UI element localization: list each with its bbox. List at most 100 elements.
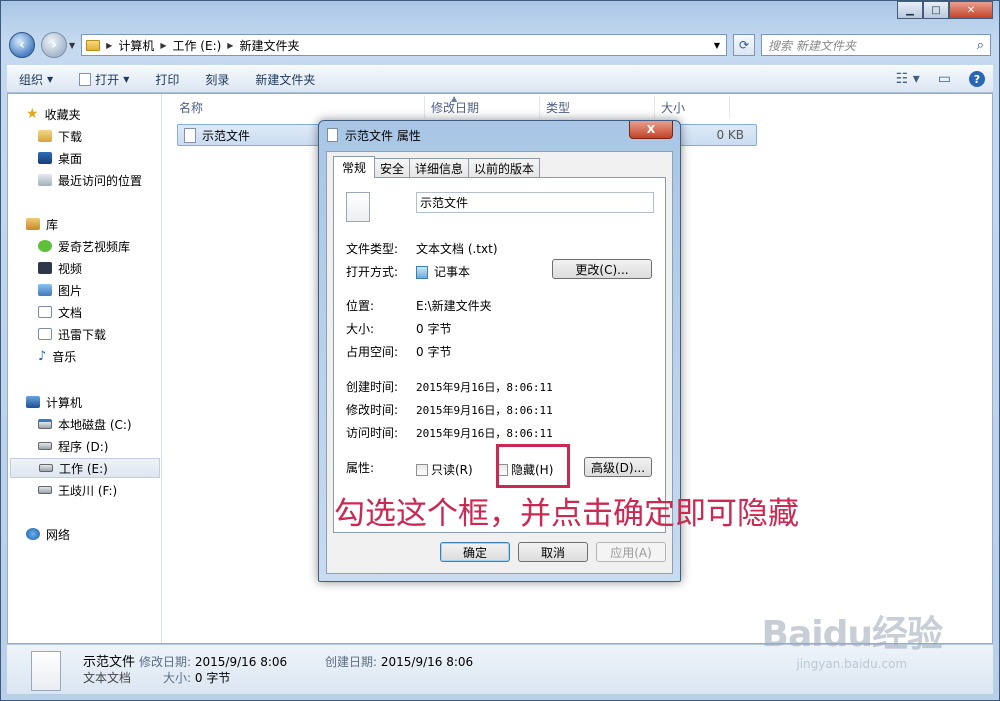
column-header-modified[interactable]: 修改日期 — [425, 96, 540, 118]
size-value: 0 字节 — [416, 322, 452, 336]
address-bar[interactable]: ▶ 计算机 ▶ 工作 (E:) ▶ 新建文件夹 ▼ — [81, 34, 727, 56]
readonly-checkbox[interactable]: 只读(R) — [416, 461, 473, 478]
open-label: 打开 — [95, 72, 120, 87]
nav-drive-c[interactable]: 本地磁盘 (C:) — [38, 414, 132, 434]
address-dropdown-icon[interactable]: ▼ — [714, 41, 720, 50]
ok-button[interactable]: 确定 — [440, 542, 510, 562]
nav-label: 库 — [46, 217, 59, 232]
recent-pages-dropdown[interactable]: ▼ — [69, 41, 75, 50]
nav-favorites[interactable]: ★ 收藏夹 — [26, 104, 81, 124]
tab-general[interactable]: 常规 — [333, 156, 376, 178]
nav-iqiyi[interactable]: 爱奇艺视频库 — [38, 236, 130, 256]
search-input[interactable]: 搜索 新建文件夹 ⌕ — [761, 34, 991, 56]
drive-icon — [39, 464, 53, 472]
minimize-button[interactable]: ▁ — [897, 1, 923, 19]
column-header-size[interactable]: 大小 — [655, 96, 730, 118]
advanced-button[interactable]: 高级(D)... — [584, 457, 652, 477]
nav-downloads[interactable]: 下载 — [38, 126, 82, 146]
nav-music[interactable]: ♪ 音乐 — [38, 346, 76, 366]
new-folder-button[interactable]: 新建文件夹 — [255, 71, 315, 88]
chevron-down-icon: ▼ — [47, 74, 54, 84]
search-icon[interactable]: ⌕ — [977, 38, 984, 53]
filename-field[interactable]: 示范文件 — [416, 192, 654, 213]
nav-label: 爱奇艺视频库 — [58, 239, 131, 254]
column-header-name[interactable]: 名称 — [173, 96, 425, 118]
breadcrumb-folder[interactable]: 新建文件夹 — [239, 37, 299, 54]
accessed-label: 访问时间: — [346, 426, 399, 440]
close-button[interactable]: ✕ — [949, 1, 993, 19]
nav-label: 文档 — [58, 305, 83, 320]
nav-recent[interactable]: 最近访问的位置 — [38, 170, 142, 190]
folder-icon — [86, 39, 101, 51]
text-file-icon — [327, 128, 338, 142]
print-label: 打印 — [155, 72, 180, 87]
created-value: 2015年9月16日，8:06:11 — [416, 381, 553, 394]
details-created-value: 2015/9/16 8:06 — [380, 655, 474, 669]
nav-documents[interactable]: 文档 — [38, 302, 82, 322]
column-header-type[interactable]: 类型 — [540, 96, 655, 118]
nav-drive-f[interactable]: 王歧川 (F:) — [38, 480, 117, 500]
disksize-value: 0 字节 — [416, 345, 452, 359]
text-file-icon — [31, 651, 61, 691]
breadcrumb-drive[interactable]: 工作 (E:) — [172, 37, 221, 54]
view-options-icon[interactable]: ☷ ▾ — [896, 71, 920, 87]
nav-label: 程序 (D:) — [58, 439, 109, 454]
apply-button[interactable]: 应用(A) — [596, 542, 666, 562]
nav-desktop[interactable]: 桌面 — [38, 148, 82, 168]
back-button[interactable]: ‹ — [9, 32, 35, 58]
nav-computer[interactable]: 计算机 — [26, 392, 82, 412]
document-icon — [38, 328, 52, 340]
dialog-close-button[interactable]: X — [629, 121, 673, 139]
nav-drive-e[interactable]: 工作 (E:) — [10, 458, 160, 478]
nav-pictures[interactable]: 图片 — [38, 280, 82, 300]
tab-previous-versions[interactable]: 以前的版本 — [468, 158, 541, 178]
nav-label: 本地磁盘 (C:) — [58, 417, 132, 432]
breadcrumb-separator[interactable]: ▶ — [106, 41, 112, 50]
nav-label: 桌面 — [58, 151, 83, 166]
picture-icon — [38, 284, 52, 296]
modified-label: 修改时间: — [346, 403, 399, 417]
breadcrumb-separator[interactable]: ▶ — [160, 41, 166, 50]
nav-label: 图片 — [58, 283, 83, 298]
preview-pane-icon[interactable]: ▭ — [938, 71, 951, 87]
watermark-logo: Baidu经验 — [761, 614, 943, 655]
nav-network[interactable]: 网络 — [26, 524, 70, 544]
refresh-button[interactable]: ⟳ — [733, 34, 755, 56]
text-file-icon — [184, 127, 196, 143]
nav-label: 收藏夹 — [44, 107, 81, 122]
openwith-label: 打开方式: — [346, 265, 399, 279]
maximize-button[interactable]: □ — [923, 1, 949, 19]
forward-button[interactable]: › — [41, 32, 67, 58]
nav-drive-d[interactable]: 程序 (D:) — [38, 436, 108, 456]
location-label: 位置: — [346, 299, 375, 313]
print-button[interactable]: 打印 — [155, 71, 179, 88]
text-file-icon — [346, 192, 370, 222]
nav-libraries[interactable]: 库 — [26, 214, 58, 234]
baidu-watermark: Baidu经验 jingyan.baidu.com — [761, 605, 943, 671]
nav-videos[interactable]: 视频 — [38, 258, 82, 278]
tab-security[interactable]: 安全 — [374, 158, 411, 178]
library-icon — [26, 218, 40, 230]
openwith-value: 记事本 — [416, 263, 470, 280]
navigation-row: ‹ › ▼ ▶ 计算机 ▶ 工作 (E:) ▶ 新建文件夹 ▼ ⟳ 搜索 新建文… — [9, 31, 991, 59]
nav-thunder[interactable]: 迅雷下载 — [38, 324, 106, 344]
star-icon: ★ — [26, 106, 39, 122]
burn-button[interactable]: 刻录 — [205, 71, 229, 88]
view-controls: ☷ ▾ ▭ ? — [896, 71, 993, 87]
size-label: 大小: — [346, 322, 375, 336]
cancel-button[interactable]: 取消 — [518, 542, 588, 562]
breadcrumb-computer[interactable]: 计算机 — [118, 37, 154, 54]
open-button[interactable]: 打开 ▼ — [79, 71, 129, 88]
document-icon — [38, 306, 52, 318]
tab-details[interactable]: 详细信息 — [409, 158, 470, 178]
details-modified: 修改日期: 2015/9/16 8:06 — [139, 653, 287, 670]
filetype-value: 文本文档 (.txt) — [416, 242, 498, 256]
desktop-icon — [38, 152, 52, 164]
breadcrumb-separator[interactable]: ▶ — [227, 41, 233, 50]
help-icon[interactable]: ? — [969, 71, 985, 87]
checkbox-box[interactable] — [416, 463, 428, 476]
details-size-value: 0 字节 — [194, 671, 231, 685]
organize-button[interactable]: 组织 ▼ — [19, 71, 53, 88]
change-button[interactable]: 更改(C)... — [552, 259, 652, 279]
dialog-title: 示范文件 属性 — [345, 129, 421, 143]
